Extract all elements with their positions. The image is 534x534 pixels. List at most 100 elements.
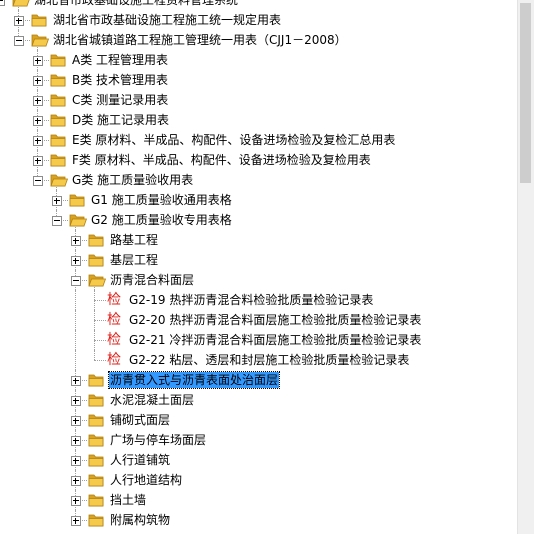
expand-plus-icon[interactable] bbox=[52, 196, 62, 206]
tree-node-label[interactable]: D类 施工记录用表 bbox=[71, 112, 170, 128]
tree-node-label[interactable]: C类 测量记录用表 bbox=[71, 92, 169, 108]
tree-guide-line bbox=[94, 350, 95, 360]
tree-guide-line bbox=[75, 310, 76, 330]
tree-node[interactable]: A类 工程管理用表 bbox=[0, 50, 517, 70]
tree-guide-line bbox=[75, 330, 76, 350]
collapse-minus-icon[interactable] bbox=[52, 216, 62, 226]
tree-view[interactable]: 湖北省市政基础设施工程资料管理系统湖北省市政基础设施工程施工统一规定用表湖北省城… bbox=[0, 0, 517, 534]
tree-node[interactable]: 检 G2-21 冷拌沥青混合料面层施工检验批质量检验记录表 bbox=[0, 330, 517, 350]
tree-node-label[interactable]: 沥青混合料面层 bbox=[109, 272, 195, 288]
tree-node[interactable]: D类 施工记录用表 bbox=[0, 110, 517, 130]
collapse-minus-icon[interactable] bbox=[14, 36, 24, 46]
collapse-minus-icon[interactable] bbox=[0, 0, 5, 6]
scrollbar-thumb[interactable] bbox=[520, 3, 531, 183]
expand-plus-icon[interactable] bbox=[14, 16, 24, 26]
vertical-scrollbar[interactable] bbox=[517, 0, 534, 534]
tree-node-label[interactable]: G2-19 热拌沥青混合料检验批质量检验记录表 bbox=[128, 292, 374, 308]
folder-icon bbox=[88, 472, 106, 488]
collapse-minus-icon[interactable] bbox=[33, 176, 43, 186]
tree-node-label[interactable]: 挡土墙 bbox=[109, 492, 147, 508]
tree-node[interactable]: 人行道铺筑 bbox=[0, 450, 517, 470]
folder-icon bbox=[50, 72, 68, 88]
tree-node-label[interactable]: 附属构筑物 bbox=[109, 512, 171, 528]
expand-plus-icon[interactable] bbox=[71, 496, 81, 506]
expand-plus-icon[interactable] bbox=[33, 156, 43, 166]
expand-plus-icon[interactable] bbox=[71, 376, 81, 386]
tree-node-label[interactable]: 人行道铺筑 bbox=[109, 452, 171, 468]
folder-icon bbox=[88, 252, 106, 268]
tree-node[interactable]: 人行地道结构 bbox=[0, 470, 517, 490]
tree-node[interactable]: G类 施工质量验收用表 bbox=[0, 170, 517, 190]
tree-node-label[interactable]: 路基工程 bbox=[109, 232, 159, 248]
folder-icon bbox=[88, 232, 106, 248]
expand-plus-icon[interactable] bbox=[71, 456, 81, 466]
folder-icon bbox=[88, 372, 106, 388]
tree-node-label[interactable]: E类 原材料、半成品、构配件、设备进场检验及复检汇总用表 bbox=[71, 132, 396, 148]
inspection-form-icon: 检 bbox=[107, 332, 121, 348]
expand-plus-icon[interactable] bbox=[71, 476, 81, 486]
tree-node[interactable]: 广场与停车场面层 bbox=[0, 430, 517, 450]
expand-plus-icon[interactable] bbox=[71, 516, 81, 526]
tree-node[interactable]: 湖北省市政基础设施工程施工统一规定用表 bbox=[0, 10, 517, 30]
tree-node[interactable]: 检 G2-22 粘层、透层和封层施工检验批质量检验记录表 bbox=[0, 350, 517, 370]
tree-node[interactable]: B类 技术管理用表 bbox=[0, 70, 517, 90]
tree-node[interactable]: 铺砌式面层 bbox=[0, 410, 517, 430]
tree-guide-line bbox=[94, 320, 106, 321]
expand-plus-icon[interactable] bbox=[71, 396, 81, 406]
folder-icon bbox=[50, 52, 68, 68]
tree-node-label[interactable]: 铺砌式面层 bbox=[109, 412, 171, 428]
tree-node-label[interactable]: 湖北省城镇道路工程施工管理统一用表（CJJ1－2008） bbox=[52, 32, 348, 48]
tree-node[interactable]: G2 施工质量验收专用表格 bbox=[0, 210, 517, 230]
tree-node[interactable]: F类 原材料、半成品、构配件、设备进场检验及复检用表 bbox=[0, 150, 517, 170]
tree-node-label[interactable]: 湖北省市政基础设施工程资料管理系统 bbox=[33, 0, 239, 8]
tree-node[interactable]: 检 G2-19 热拌沥青混合料检验批质量检验记录表 bbox=[0, 290, 517, 310]
expand-plus-icon[interactable] bbox=[33, 76, 43, 86]
tree-node[interactable]: 附属构筑物 bbox=[0, 510, 517, 530]
tree-node[interactable]: 湖北省市政基础设施工程资料管理系统 bbox=[0, 0, 517, 10]
tree-node-label[interactable]: 水泥混凝土面层 bbox=[109, 392, 195, 408]
folder-icon bbox=[88, 392, 106, 408]
expand-plus-icon[interactable] bbox=[71, 436, 81, 446]
tree-node[interactable]: 挡土墙 bbox=[0, 490, 517, 510]
expand-plus-icon[interactable] bbox=[33, 96, 43, 106]
expand-plus-icon[interactable] bbox=[33, 116, 43, 126]
tree-node-label[interactable]: G2 施工质量验收专用表格 bbox=[90, 212, 233, 228]
tree-node-label[interactable]: 湖北省市政基础设施工程施工统一规定用表 bbox=[52, 12, 282, 28]
tree-node-label[interactable]: 基层工程 bbox=[109, 252, 159, 268]
tree-node[interactable]: 路基工程 bbox=[0, 230, 517, 250]
tree-node[interactable]: G1 施工质量验收通用表格 bbox=[0, 190, 517, 210]
tree-node[interactable]: 检 G2-20 热拌沥青混合料面层施工检验批质量检验记录表 bbox=[0, 310, 517, 330]
tree-node-label[interactable]: F类 原材料、半成品、构配件、设备进场检验及复检用表 bbox=[71, 152, 372, 168]
tree-node-label[interactable]: 人行地道结构 bbox=[109, 472, 183, 488]
tree-guide-line bbox=[75, 290, 76, 310]
folder-icon bbox=[88, 412, 106, 428]
tree-node-label[interactable]: 广场与停车场面层 bbox=[109, 432, 207, 448]
tree-node-label[interactable]: A类 工程管理用表 bbox=[71, 52, 169, 68]
tree-node-label[interactable]: G2-20 热拌沥青混合料面层施工检验批质量检验记录表 bbox=[128, 312, 422, 328]
folder-icon bbox=[50, 132, 68, 148]
collapse-minus-icon[interactable] bbox=[71, 276, 81, 286]
expand-plus-icon[interactable] bbox=[33, 56, 43, 66]
tree-node[interactable]: C类 测量记录用表 bbox=[0, 90, 517, 110]
expand-plus-icon[interactable] bbox=[71, 416, 81, 426]
tree-node[interactable]: 沥青混合料面层 bbox=[0, 270, 517, 290]
expand-plus-icon[interactable] bbox=[33, 136, 43, 146]
tree-guide-line bbox=[94, 340, 106, 341]
tree-guide-line bbox=[94, 360, 106, 361]
tree-node-label[interactable]: B类 技术管理用表 bbox=[71, 72, 169, 88]
folder-open-icon bbox=[31, 32, 50, 48]
inspection-form-icon: 检 bbox=[107, 352, 121, 368]
tree-node[interactable]: E类 原材料、半成品、构配件、设备进场检验及复检汇总用表 bbox=[0, 130, 517, 150]
tree-node[interactable]: 水泥混凝土面层 bbox=[0, 390, 517, 410]
tree-node[interactable]: 湖北省城镇道路工程施工管理统一用表（CJJ1－2008） bbox=[0, 30, 517, 50]
tree-node-label[interactable]: G2-21 冷拌沥青混合料面层施工检验批质量检验记录表 bbox=[128, 332, 422, 348]
tree-node[interactable]: 沥青贯入式与沥青表面处治面层 bbox=[0, 370, 517, 390]
tree-node-label[interactable]: G2-22 粘层、透层和封层施工检验批质量检验记录表 bbox=[128, 352, 410, 368]
tree-node-label[interactable]: 沥青贯入式与沥青表面处治面层 bbox=[107, 371, 281, 389]
tree-node-label[interactable]: G1 施工质量验收通用表格 bbox=[90, 192, 233, 208]
tree-node[interactable]: 基层工程 bbox=[0, 250, 517, 270]
inspection-form-icon: 检 bbox=[107, 312, 121, 328]
expand-plus-icon[interactable] bbox=[71, 256, 81, 266]
tree-node-label[interactable]: G类 施工质量验收用表 bbox=[71, 172, 194, 188]
expand-plus-icon[interactable] bbox=[71, 236, 81, 246]
